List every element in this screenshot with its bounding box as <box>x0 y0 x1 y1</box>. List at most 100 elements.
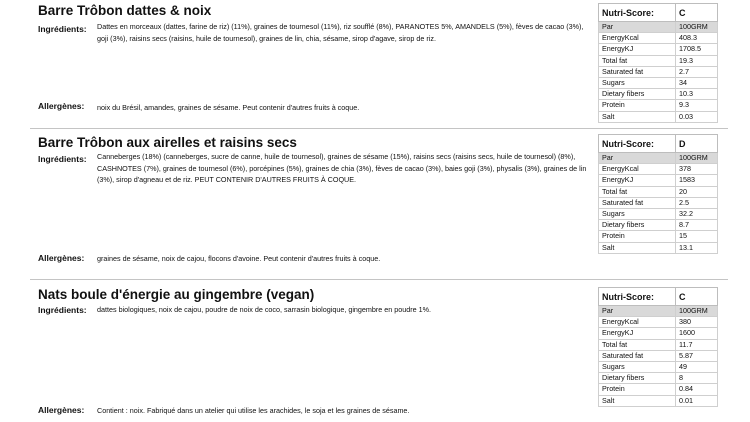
nutrient-name: Total fat <box>598 338 676 351</box>
nutrient-name: EnergyKJ <box>598 327 676 340</box>
nutrition-table: Nutri-Score: C Par 100GRM EnergyKcal 408.3… <box>598 3 718 123</box>
nutrition-row: EnergyKJ 1583 <box>598 174 718 187</box>
allergens-text: noix du Brésil, amandes, graines de sésa… <box>97 103 360 112</box>
ingredients-label: Ingrédients: <box>38 24 87 34</box>
nutrition-row: Sugars 32.2 <box>598 207 718 221</box>
nutrition-row: Protein 0.84 <box>598 383 718 396</box>
nutrient-name: EnergyKJ <box>598 174 676 187</box>
nutrient-name: Salt <box>598 241 676 254</box>
nutrient-name: Total fat <box>598 54 676 67</box>
product-title: Barre Trôbon dattes & noix <box>38 3 212 18</box>
nutrient-name: Dietary fibers <box>598 372 676 385</box>
nutrient-name: Saturated fat <box>598 65 676 78</box>
nutrient-value: 100GRM <box>675 20 718 34</box>
nutrition-table: Nutri-Score: D Par 100GRM EnergyKcal 378 E… <box>598 134 718 254</box>
nutrient-name: Saturated fat <box>598 349 676 362</box>
ingredients-label: Ingrédients: <box>38 154 87 164</box>
nutrient-name: Par <box>598 20 676 34</box>
nutrient-name: Total fat <box>598 185 676 198</box>
nutrient-value: 408.3 <box>675 32 718 45</box>
allergens-label: Allergènes: <box>38 101 85 111</box>
nutri-score-label: Nutri-Score: <box>598 287 676 306</box>
nutrient-name: EnergyKJ <box>598 43 676 56</box>
nutrition-row: Dietary fibers 8.7 <box>598 219 718 232</box>
ingredients-text: Dattes en morceaux (dattes, farine de ri… <box>97 22 584 43</box>
nutrient-value: 380 <box>675 316 718 329</box>
nutrient-value: 11.7 <box>675 338 718 351</box>
nutrient-name: Par <box>598 304 676 318</box>
nutri-score-row: Nutri-Score: C <box>598 3 718 22</box>
nutrient-value: 19.3 <box>675 54 718 67</box>
nutrient-value: 49 <box>675 360 718 374</box>
nutrient-name: EnergyKcal <box>598 163 676 176</box>
nutrient-name: Protein <box>598 383 676 396</box>
nutrition-row: Par 100GRM <box>598 20 718 34</box>
nutrient-value: 100GRM <box>675 151 718 165</box>
nutrient-name: EnergyKcal <box>598 316 676 329</box>
nutri-score-label: Nutri-Score: <box>598 134 676 153</box>
nutrition-row: Salt 0.01 <box>598 394 718 407</box>
nutrition-row: Total fat 11.7 <box>598 338 718 351</box>
nutrient-value: 15 <box>675 230 718 243</box>
nutrition-row: Salt 0.03 <box>598 110 718 123</box>
nutrient-name: EnergyKcal <box>598 32 676 45</box>
nutrient-value: 378 <box>675 163 718 176</box>
nutrition-row: Salt 13.1 <box>598 241 718 254</box>
allergens-label: Allergènes: <box>38 405 85 415</box>
nutrition-row: Dietary fibers 10.3 <box>598 88 718 101</box>
nutrient-value: 5.87 <box>675 349 718 362</box>
allergens-label: Allergènes: <box>38 253 85 263</box>
ingredients-label: Ingrédients: <box>38 305 87 315</box>
nutrition-table: Nutri-Score: C Par 100GRM EnergyKcal 380 E… <box>598 287 718 407</box>
allergens-text: graines de sésame, noix de cajou, flocon… <box>97 254 381 263</box>
nutrition-row: Saturated fat 5.87 <box>598 349 718 362</box>
ingredients-text: dattes biologiques, noix de cajou, poudr… <box>97 305 432 314</box>
nutrient-name: Dietary fibers <box>598 88 676 101</box>
nutrition-row: Saturated fat 2.7 <box>598 65 718 78</box>
nutrient-value: 0.03 <box>675 110 718 123</box>
nutri-score-row: Nutri-Score: D <box>598 134 718 153</box>
product-title: Barre Trôbon aux airelles et raisins sec… <box>38 135 297 150</box>
nutrient-value: 2.5 <box>675 196 718 209</box>
nutrition-row: Protein 9.3 <box>598 99 718 112</box>
nutrient-value: 0.01 <box>675 394 718 407</box>
nutrient-name: Salt <box>598 394 676 407</box>
ingredients-text: Canneberges (18%) (canneberges, sucre de… <box>97 152 587 184</box>
nutrient-value: 1708.5 <box>675 43 718 56</box>
nutrient-name: Sugars <box>598 76 676 90</box>
nutrition-row: EnergyKJ 1708.5 <box>598 43 718 56</box>
nutrition-row: EnergyKcal 380 <box>598 316 718 329</box>
nutrition-row: Sugars 34 <box>598 76 718 90</box>
nutrition-row: EnergyKcal 378 <box>598 163 718 176</box>
nutrient-name: Protein <box>598 99 676 112</box>
nutrition-row: EnergyKJ 1600 <box>598 327 718 340</box>
nutri-score-row: Nutri-Score: C <box>598 287 718 306</box>
nutrient-value: 1600 <box>675 327 718 340</box>
nutrient-value: 32.2 <box>675 207 718 221</box>
nutrient-name: Saturated fat <box>598 196 676 209</box>
nutrition-row: EnergyKcal 408.3 <box>598 32 718 45</box>
nutrition-row: Sugars 49 <box>598 360 718 374</box>
nutri-score-value: C <box>675 3 718 22</box>
nutrition-row: Total fat 20 <box>598 185 718 198</box>
nutrient-name: Dietary fibers <box>598 219 676 232</box>
nutrient-value: 34 <box>675 76 718 90</box>
nutri-score-value: C <box>675 287 718 306</box>
nutrient-name: Salt <box>598 110 676 123</box>
nutri-score-label: Nutri-Score: <box>598 3 676 22</box>
nutrient-value: 100GRM <box>675 304 718 318</box>
section-divider <box>30 128 728 129</box>
nutrient-value: 2.7 <box>675 65 718 78</box>
nutrient-value: 9.3 <box>675 99 718 112</box>
nutri-score-value: D <box>675 134 718 153</box>
nutrient-name: Sugars <box>598 207 676 221</box>
nutrient-name: Par <box>598 151 676 165</box>
nutrient-value: 0.84 <box>675 383 718 396</box>
section-divider <box>30 279 728 280</box>
nutrient-value: 10.3 <box>675 88 718 101</box>
nutrient-name: Protein <box>598 230 676 243</box>
product-title: Nats boule d'énergie au gingembre (vegan… <box>38 287 315 302</box>
nutrition-row: Dietary fibers 8 <box>598 372 718 385</box>
nutrition-row: Protein 15 <box>598 230 718 243</box>
nutrition-row: Par 100GRM <box>598 304 718 318</box>
